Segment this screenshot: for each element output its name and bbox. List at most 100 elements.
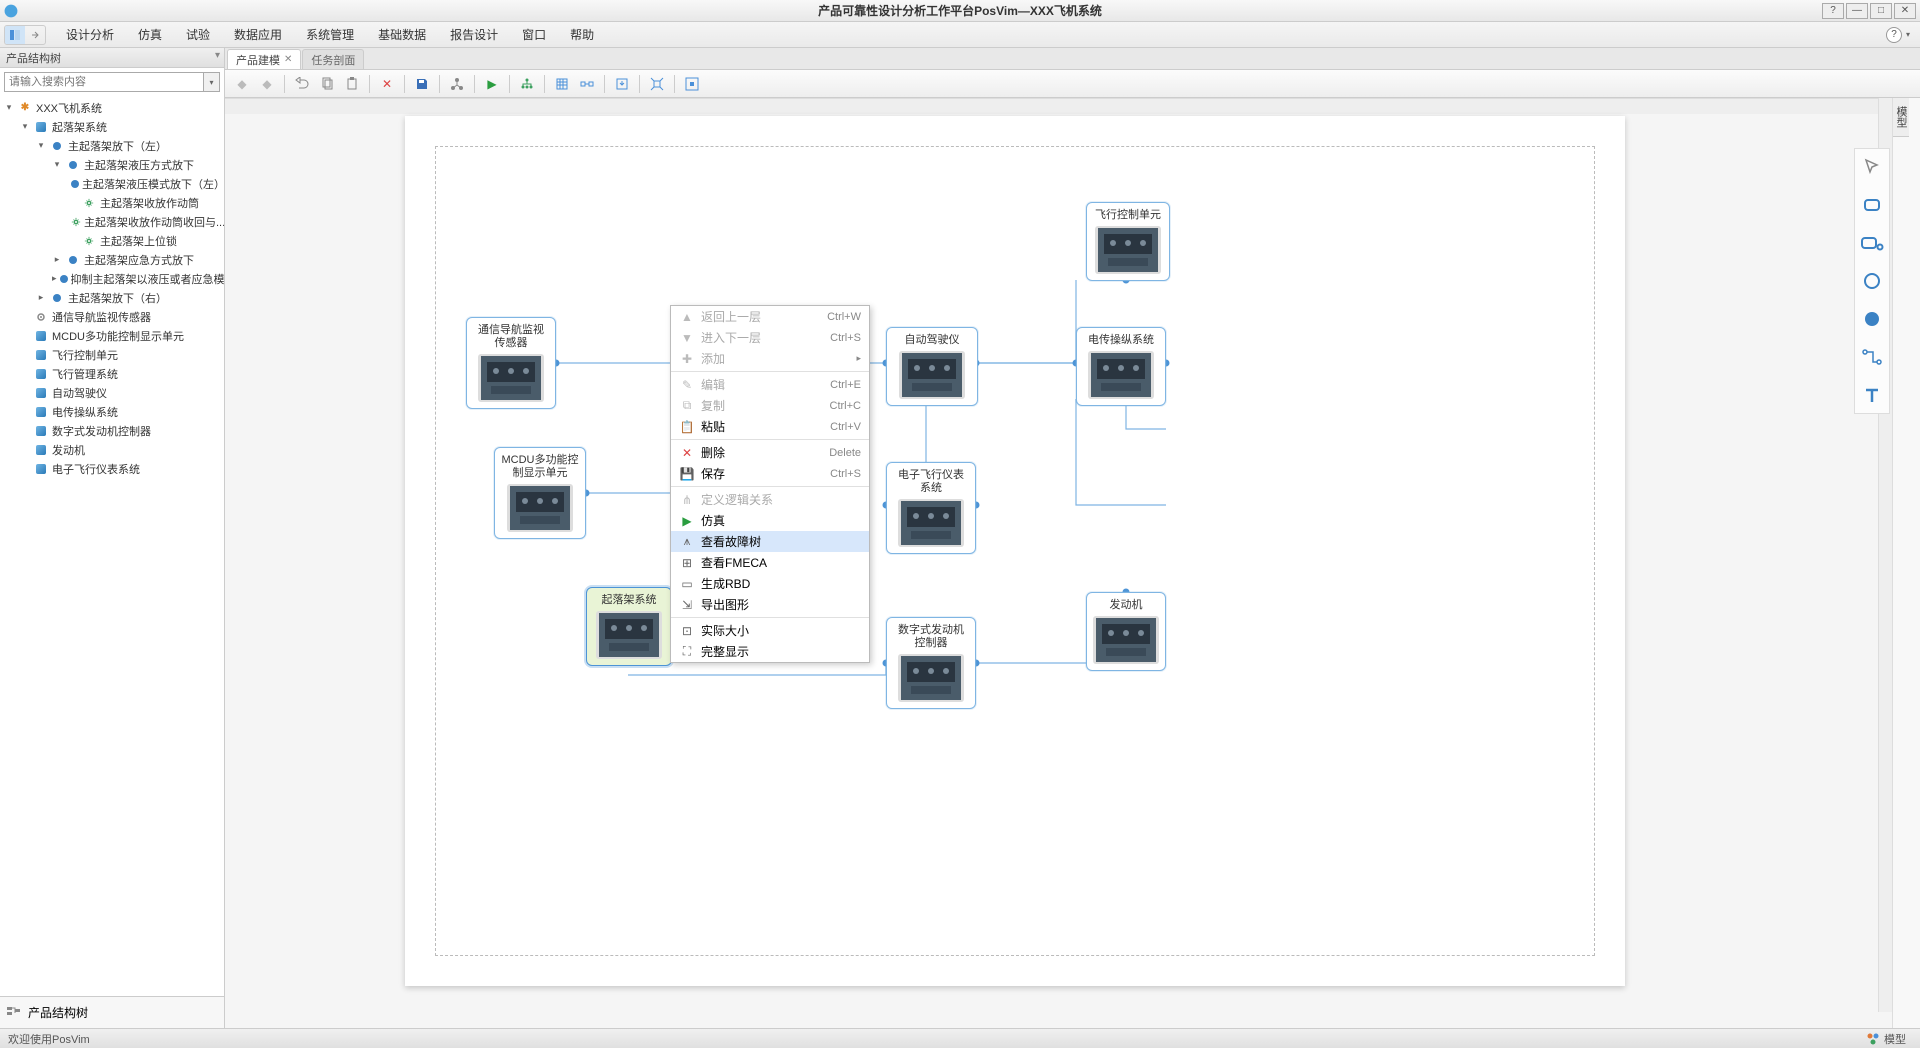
zoom-actual-icon[interactable] — [646, 73, 668, 95]
tree-toggle-icon[interactable]: ▾ — [36, 140, 46, 151]
diagram-block[interactable]: 数字式发动机控制器 — [886, 617, 976, 709]
context-menu-item[interactable]: ⊞查看FMECA — [671, 552, 869, 573]
tree-node[interactable]: ▾主起落架放下（左） — [0, 136, 224, 155]
help-toggle-icon[interactable]: ? — [1886, 27, 1902, 43]
menu-base-data[interactable]: 基础数据 — [366, 22, 438, 48]
palette-cursor-icon[interactable] — [1860, 155, 1884, 179]
menu-window[interactable]: 窗口 — [510, 22, 558, 48]
tree-node[interactable]: 自动驾驶仪 — [0, 383, 224, 402]
tree-toggle-icon[interactable]: ▸ — [52, 273, 57, 284]
sidebar-collapse-icon[interactable]: ▾ — [215, 50, 220, 61]
palette-connector-icon[interactable] — [1860, 345, 1884, 369]
palette-circle-icon[interactable] — [1860, 269, 1884, 293]
tree-node[interactable]: 通信导航监视传感器 — [0, 307, 224, 326]
nav-back-icon[interactable]: ◆ — [231, 73, 253, 95]
nav-forward-icon[interactable]: ◆ — [256, 73, 278, 95]
tree-node[interactable]: ▸主起落架放下（右） — [0, 288, 224, 307]
search-input[interactable] — [4, 72, 204, 92]
menu-system-manage[interactable]: 系统管理 — [294, 22, 366, 48]
menu-report-design[interactable]: 报告设计 — [438, 22, 510, 48]
diagram-block[interactable]: 发动机 — [1086, 592, 1166, 671]
view-toggle-left-icon[interactable] — [5, 26, 25, 44]
tree-node[interactable]: 发动机 — [0, 440, 224, 459]
context-menu-item[interactable]: ⊡实际大小 — [671, 620, 869, 641]
palette-circle-fill-icon[interactable] — [1860, 307, 1884, 331]
menu-simulation[interactable]: 仿真 — [126, 22, 174, 48]
paste-icon[interactable] — [341, 73, 363, 95]
save-icon[interactable] — [411, 73, 433, 95]
context-menu-item[interactable]: 📋粘贴Ctrl+V — [671, 416, 869, 437]
tree-node[interactable]: 主起落架收放作动筒收回与... — [0, 212, 224, 231]
tree-node[interactable]: 电传操纵系统 — [0, 402, 224, 421]
tree-toggle-icon[interactable]: ▸ — [36, 292, 46, 303]
tree-toggle-icon[interactable]: ▾ — [20, 121, 30, 132]
context-menu-item[interactable]: ▶仿真 — [671, 510, 869, 531]
menu-data-app[interactable]: 数据应用 — [222, 22, 294, 48]
tree-node[interactable]: 数字式发动机控制器 — [0, 421, 224, 440]
tree-node[interactable]: 飞行控制单元 — [0, 345, 224, 364]
context-menu-item[interactable]: ✕删除Delete — [671, 442, 869, 463]
search-dropdown-icon[interactable]: ▾ — [204, 72, 220, 92]
diagram-block[interactable]: 电子飞行仪表系统 — [886, 462, 976, 554]
diagram-block[interactable]: 电传操纵系统 — [1076, 327, 1166, 406]
tree-toggle-icon[interactable]: ▾ — [52, 159, 62, 170]
context-menu-item[interactable]: ⛶完整显示 — [671, 641, 869, 662]
tree-node[interactable]: ▾起落架系统 — [0, 117, 224, 136]
context-menu-item[interactable]: ▭生成RBD — [671, 573, 869, 594]
diagram-block[interactable]: 起落架系统 — [586, 587, 672, 666]
canvas-scrollbar-horizontal[interactable] — [225, 98, 1920, 114]
product-tree[interactable]: ▾✱XXX飞机系统▾起落架系统▾主起落架放下（左）▾主起落架液压方式放下主起落架… — [0, 96, 224, 996]
tree-node[interactable]: ▸抑制主起落架以液压或者应急模... — [0, 269, 224, 288]
play-icon[interactable]: ▶ — [481, 73, 503, 95]
copy-icon[interactable] — [316, 73, 338, 95]
delete-icon[interactable]: ✕ — [376, 73, 398, 95]
tab-task-profile[interactable]: 任务剖面 — [302, 49, 364, 69]
tab-close-icon[interactable]: ✕ — [284, 54, 292, 65]
tree-node[interactable]: 飞行管理系统 — [0, 364, 224, 383]
view-toggle-right-icon[interactable] — [25, 26, 45, 44]
tree-toggle-icon[interactable]: ▾ — [4, 102, 14, 113]
tree-node[interactable]: ▾主起落架液压方式放下 — [0, 155, 224, 174]
diagram-block[interactable]: 通信导航监视传感器 — [466, 317, 556, 409]
menubar-dropdown-icon[interactable]: ▾ — [1906, 30, 1916, 39]
tree-node[interactable]: ▸主起落架应急方式放下 — [0, 250, 224, 269]
diagram-block[interactable]: MCDU多功能控制显示单元 — [494, 447, 586, 539]
tree-node[interactable]: 主起落架上位锁 — [0, 231, 224, 250]
undo-icon[interactable] — [291, 73, 313, 95]
tree-node[interactable]: 主起落架收放作动筒 — [0, 193, 224, 212]
tree-node[interactable]: 主起落架液压模式放下（左） — [0, 174, 224, 193]
window-help-icon[interactable]: ? — [1822, 3, 1844, 19]
tree-icon[interactable] — [446, 73, 468, 95]
rbd-icon[interactable] — [576, 73, 598, 95]
palette-rect-port-icon[interactable] — [1860, 231, 1884, 255]
tree-view-icon[interactable] — [6, 1005, 22, 1021]
tab-product-model[interactable]: 产品建模✕ — [227, 49, 301, 69]
diagram-block[interactable]: 自动驾驶仪 — [886, 327, 978, 406]
menu-help[interactable]: 帮助 — [558, 22, 606, 48]
export-icon[interactable] — [611, 73, 633, 95]
fmeca-icon[interactable] — [551, 73, 573, 95]
menu-test[interactable]: 试验 — [174, 22, 222, 48]
window-close-icon[interactable]: ✕ — [1894, 3, 1916, 19]
right-rail-model-tab[interactable]: 模型 — [1893, 98, 1909, 137]
palette-text-icon[interactable] — [1860, 383, 1884, 407]
tree-node[interactable]: ▾✱XXX飞机系统 — [0, 98, 224, 117]
tree-node[interactable]: 电子飞行仪表系统 — [0, 459, 224, 478]
zoom-fit-icon[interactable] — [681, 73, 703, 95]
context-menu-item[interactable]: ⇲导出图形 — [671, 594, 869, 615]
context-menu[interactable]: ▲返回上一层Ctrl+W▼进入下一层Ctrl+S✚添加▸✎编辑Ctrl+E⧉复制… — [670, 305, 870, 663]
view-toggle[interactable] — [4, 25, 46, 45]
context-menu-item[interactable]: 💾保存Ctrl+S — [671, 463, 869, 484]
canvas-page[interactable]: 通信导航监视传感器 MCDU多功能控制显示单元起落架系统 自动驾驶仪电子飞行仪表系统… — [405, 116, 1625, 986]
window-minimize-icon[interactable]: — — [1846, 3, 1868, 19]
context-menu-item[interactable]: ⩚查看故障树 — [671, 531, 869, 552]
menu-design-analysis[interactable]: 设计分析 — [54, 22, 126, 48]
tree-item-label: 发动机 — [52, 442, 85, 458]
fault-tree-icon[interactable] — [516, 73, 538, 95]
tree-node[interactable]: MCDU多功能控制显示单元 — [0, 326, 224, 345]
diagram-block[interactable]: 飞行控制单元 — [1086, 202, 1170, 281]
tree-toggle-icon[interactable]: ▸ — [52, 254, 62, 265]
window-maximize-icon[interactable]: □ — [1870, 3, 1892, 19]
palette-rect-icon[interactable] — [1860, 193, 1884, 217]
status-model[interactable]: 模型 — [1860, 1031, 1912, 1047]
